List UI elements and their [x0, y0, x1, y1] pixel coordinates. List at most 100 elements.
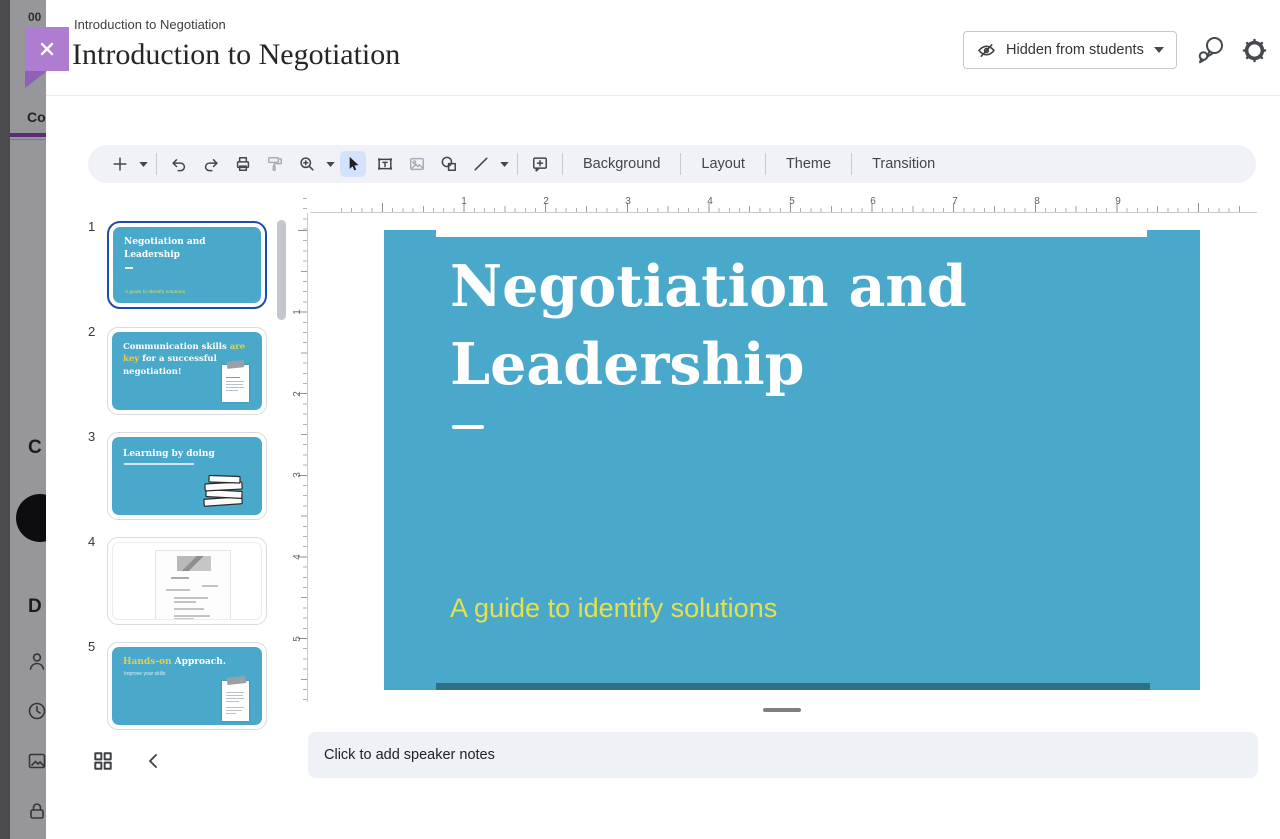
- ruler-number: 2: [540, 196, 552, 207]
- insert-image-button[interactable]: [404, 151, 430, 177]
- ruler-number: 3: [292, 469, 304, 481]
- close-button[interactable]: [25, 27, 69, 71]
- slide-number: 3: [88, 429, 95, 444]
- slide-bottom-accent: [436, 683, 1150, 690]
- ruler-number: 1: [458, 196, 470, 207]
- thumb-dash: [125, 267, 133, 269]
- slide-thumbnail-1[interactable]: Negotiation andLeadership A guide to ide…: [107, 221, 267, 309]
- chevron-down-icon: [1154, 47, 1164, 53]
- backdrop-heading-fragment-c: C: [28, 437, 42, 459]
- thumb-note: [222, 365, 249, 402]
- slide-thumbnail-5[interactable]: Hands-on Approach. Improve your skills: [107, 642, 267, 730]
- slide-number: 2: [88, 324, 95, 339]
- toolbar-separator: [680, 153, 681, 175]
- slide-number: 5: [88, 639, 95, 654]
- insert-line-button[interactable]: [468, 151, 494, 177]
- ruler-number: 6: [867, 196, 879, 207]
- image-icon: [26, 750, 48, 772]
- dimmed-background-page: 00 Co C D: [0, 0, 46, 839]
- visibility-label: Hidden from students: [1006, 42, 1144, 58]
- gear-icon: [1241, 37, 1268, 64]
- text-box-button[interactable]: [372, 151, 398, 177]
- theme-button[interactable]: Theme: [772, 156, 845, 172]
- backdrop-divider: [10, 139, 46, 140]
- slide-title[interactable]: Negotiation and Leadership: [450, 248, 967, 404]
- vertical-ruler: [307, 213, 308, 702]
- background-button[interactable]: Background: [569, 156, 674, 172]
- grid-view-button[interactable]: [92, 750, 114, 772]
- clock-icon: [26, 700, 48, 722]
- transition-button[interactable]: Transition: [858, 156, 949, 172]
- toolbar-separator: [517, 153, 518, 175]
- backdrop-left-strip: [0, 0, 10, 839]
- notes-resize-handle[interactable]: [763, 708, 801, 712]
- slide-number: 4: [88, 534, 95, 549]
- ruler-number: 2: [292, 388, 304, 400]
- slide-thumbnail-2[interactable]: Communication skills are key for a succe…: [107, 327, 267, 415]
- ruler-number: 3: [622, 196, 634, 207]
- screen: 00 Co C D Introduction to Negotiation In…: [0, 0, 1280, 839]
- add-slide-menu-caret[interactable]: [137, 151, 149, 177]
- undo-button[interactable]: [166, 151, 192, 177]
- slide-canvas[interactable]: Negotiation and Leadership A guide to id…: [384, 230, 1200, 690]
- close-icon: [37, 39, 57, 59]
- insert-comment-button[interactable]: [527, 151, 553, 177]
- ruler-number: 4: [704, 196, 716, 207]
- add-slide-button[interactable]: [107, 151, 133, 177]
- insert-shape-button[interactable]: [436, 151, 462, 177]
- thumb-subtitle-bar: [124, 463, 194, 465]
- ruler-number: 9: [1112, 196, 1124, 207]
- speaker-notes-input[interactable]: Click to add speaker notes: [308, 732, 1258, 778]
- speaker-notes-placeholder: Click to add speaker notes: [324, 747, 495, 763]
- select-tool-button[interactable]: [340, 151, 366, 177]
- backdrop-date-fragment: 00: [28, 10, 41, 24]
- toolbar-separator: [156, 153, 157, 175]
- chevron-left-icon: [144, 751, 164, 771]
- slide-top-accent: [436, 230, 1147, 237]
- thumb-subtitle: A guide to identify solutions: [125, 289, 185, 294]
- slide-thumbnail-4[interactable]: [107, 537, 267, 625]
- backdrop-content-tab-fragment: Co: [27, 109, 46, 125]
- ruler-number: 5: [786, 196, 798, 207]
- person-icon: [26, 650, 48, 672]
- slide-thumbnail-3[interactable]: Learning by doing: [107, 432, 267, 520]
- toolbar-separator: [851, 153, 852, 175]
- eye-slash-icon: [976, 40, 997, 61]
- toolbar-separator: [562, 153, 563, 175]
- toolbar-separator: [765, 153, 766, 175]
- backdrop-heading-fragment-d: D: [28, 596, 42, 618]
- ruler-number: 5: [292, 633, 304, 645]
- conversation-icon: [1196, 35, 1226, 65]
- slide-subtitle[interactable]: A guide to identify solutions: [450, 593, 777, 624]
- filmstrip-scrollbar[interactable]: [277, 220, 286, 320]
- zoom-button[interactable]: [294, 151, 320, 177]
- lock-icon: [26, 800, 48, 822]
- panel-header: Introduction to Negotiation Introduction…: [46, 0, 1280, 96]
- layout-button[interactable]: Layout: [687, 156, 759, 172]
- collapse-filmstrip-button[interactable]: [144, 751, 164, 771]
- breadcrumb: Introduction to Negotiation: [74, 17, 226, 32]
- ruler-number: 1: [292, 306, 304, 318]
- conversation-button[interactable]: [1196, 35, 1226, 65]
- ruler-number: 8: [1031, 196, 1043, 207]
- line-menu-caret[interactable]: [498, 151, 510, 177]
- cursor-icon: [343, 154, 363, 174]
- slides-toolbar: Background Layout Theme Transition: [88, 145, 1256, 183]
- ruler-number: 7: [949, 196, 961, 207]
- paint-format-button[interactable]: [262, 151, 288, 177]
- thumb-note: [222, 681, 249, 721]
- grid-view-icon: [92, 750, 114, 772]
- thumb-document: [155, 550, 231, 620]
- redo-button[interactable]: [198, 151, 224, 177]
- backdrop-tab-underline: [10, 133, 46, 137]
- visibility-dropdown[interactable]: Hidden from students: [963, 31, 1177, 69]
- page-title: Introduction to Negotiation: [72, 38, 400, 72]
- books-illustration: [200, 469, 248, 509]
- settings-button[interactable]: [1239, 35, 1269, 65]
- print-button[interactable]: [230, 151, 256, 177]
- zoom-menu-caret[interactable]: [324, 151, 336, 177]
- slide-number: 1: [88, 219, 95, 234]
- horizontal-ruler: [310, 212, 1257, 213]
- slide-title-dash: [452, 425, 484, 429]
- ruler-number: 4: [292, 551, 304, 563]
